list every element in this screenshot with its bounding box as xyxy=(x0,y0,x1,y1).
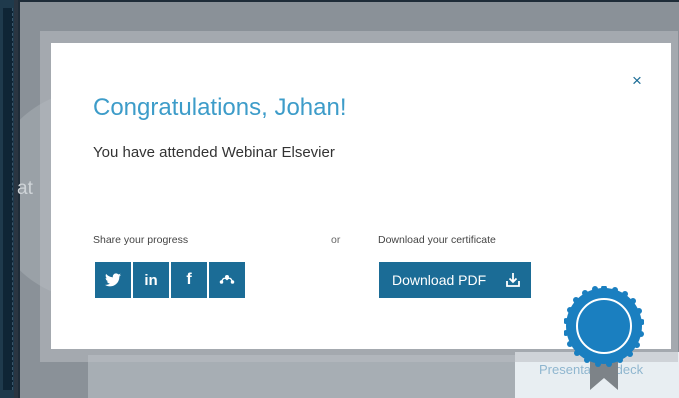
linkedin-icon: in xyxy=(144,271,158,289)
left-panel-inner xyxy=(3,8,13,390)
download-certificate-label: Download your certificate xyxy=(378,234,496,246)
twitter-share-button[interactable] xyxy=(95,262,131,298)
modal-subtitle: You have attended Webinar Elsevier xyxy=(93,144,335,161)
download-pdf-button[interactable]: Download PDF xyxy=(379,262,531,298)
or-separator: or xyxy=(331,234,341,246)
social-share-buttons: in f xyxy=(95,262,245,298)
twitter-icon xyxy=(105,273,121,287)
close-icon: × xyxy=(632,71,642,90)
achievement-badge-icon xyxy=(564,286,644,390)
mendeley-icon xyxy=(219,275,235,284)
download-pdf-label: Download PDF xyxy=(392,272,487,288)
close-button[interactable]: × xyxy=(627,71,647,91)
backdrop-border-top xyxy=(18,0,679,2)
modal-title: Congratulations, Johan! xyxy=(93,94,347,121)
left-panel-strip xyxy=(0,0,14,398)
facebook-share-button[interactable]: f xyxy=(171,262,207,298)
download-icon xyxy=(506,273,520,287)
linkedin-share-button[interactable]: in xyxy=(133,262,169,298)
background-text-fragment: at xyxy=(17,178,33,199)
mendeley-share-button[interactable] xyxy=(209,262,245,298)
facebook-icon: f xyxy=(186,271,192,288)
share-progress-label: Share your progress xyxy=(93,234,189,246)
